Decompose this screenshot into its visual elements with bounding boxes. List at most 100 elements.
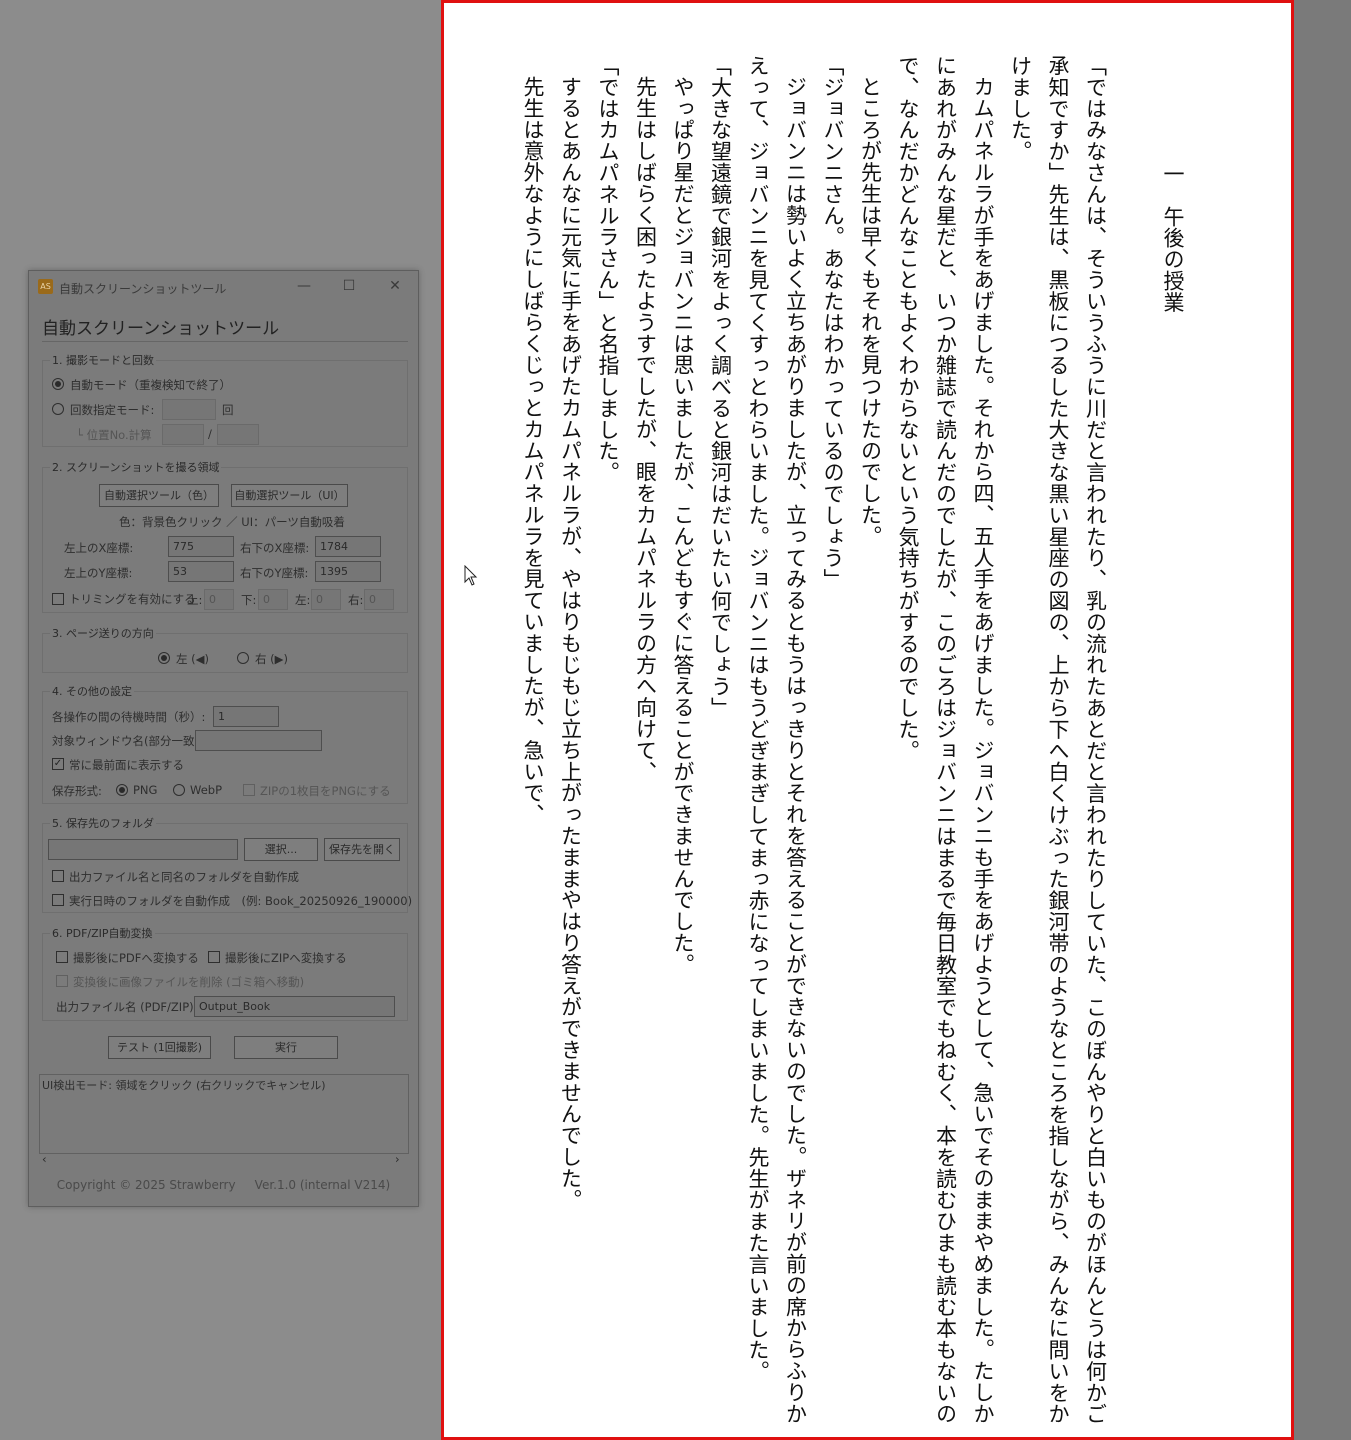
bottom-right-x-input[interactable]: 1784 [315,536,381,557]
to-zip-label: 撮影後にZIPへ変換する [225,951,347,965]
run-button[interactable]: 実行 [234,1036,338,1059]
trim-right-label: 右: [348,593,364,607]
zip-png-checkbox[interactable] [243,784,255,796]
paragraph-4: 「ジョバンニさん。あなたはわかっているのでしょう」 [821,55,845,590]
copyright-text: Copyright © 2025 Strawberry [56,1178,236,1192]
same-name-folder-checkbox[interactable] [52,870,64,882]
close-button[interactable]: ✕ [384,277,406,295]
section-title: 5. 保存先のフォルダ [50,815,156,831]
same-name-folder-label: 出力ファイル名と同名のフォルダを自動作成 [69,870,299,884]
section-title: 1. 撮影モードと回数 [50,352,156,368]
wait-label: 各操作の間の待機時間（秒）: [52,710,206,724]
paragraph-1: 「ではみなさんは、そういうふうに川だと言われたり、乳の流れたあとだと言われたりし… [1008,55,1108,1425]
paragraph-5: ジョバンニは勢いよく立ちあがりましたが、立ってみるともうはっきりとそれを答えるこ… [746,55,808,1425]
output-name-input[interactable]: Output_Book [194,996,395,1017]
trim-right-input[interactable]: 0 [364,589,394,610]
count-mode-radio[interactable] [52,403,64,415]
datetime-folder-label: 実行日時のフォルダを自動作成 (例: Book_20250926_190000) [69,894,413,908]
auto-select-ui-button[interactable]: 自動選択ツール（UI） [231,484,348,507]
trim-checkbox[interactable] [52,593,64,605]
trim-top-input[interactable]: 0 [204,589,234,610]
top-left-x-label: 左上のX座標: [64,541,134,555]
title-bar[interactable]: AS 自動スクリーンショットツール — ☐ ✕ [29,271,418,302]
top-left-y-label: 左上のY座標: [64,566,133,580]
bottom-right-y-label: 右下のY座標: [240,566,309,580]
position-calc-label: └ 位置No.計算 [76,428,152,442]
trim-label: トリミングを有効にする [69,592,196,606]
divider [42,341,408,342]
trim-bottom-input[interactable]: 0 [258,589,288,610]
capture-region: 一 午後の授業 「ではみなさんは、そういうふうに川だと言われたり、乳の流れたあと… [441,0,1294,1440]
datetime-folder-checkbox[interactable] [52,894,64,906]
top-left-y-input[interactable]: 53 [168,561,234,582]
mouse-cursor-icon [464,565,478,586]
target-window-label: 対象ウィンドウ名(部分一致): [52,734,203,748]
target-window-input[interactable] [195,730,322,751]
scroll-left-icon[interactable]: ‹ [42,1152,47,1166]
maximize-button[interactable]: ☐ [338,277,360,295]
trim-left-label: 左: [295,593,311,607]
paragraph-11: 先生は意外なようにしばらくじっとカムパネルラを見ていましたが、急いで、 [521,76,545,825]
format-webp-label: WebP [190,783,223,797]
select-hint: 色：背景色クリック ／ UI：パーツ自動吸着 [119,515,345,529]
paragraph-8: 先生はしばらく困ったようすでしたが、眼をカムパネルラの方へ向けて、 [633,76,658,783]
folder-path-input[interactable] [48,839,238,860]
window-title: 自動スクリーンショットツール [59,282,227,296]
open-folder-button[interactable]: 保存先を開く [324,838,400,861]
auto-mode-radio[interactable] [52,378,64,390]
scroll-right-icon[interactable]: › [395,1152,400,1166]
section-title: 4. その他の設定 [50,683,134,699]
to-pdf-label: 撮影後にPDFへ変換する [73,951,199,965]
section-shooting-mode: 1. 撮影モードと回数 自動モード（重複検知で終了） 回数指定モード: 回 └ … [42,352,408,447]
section-title: 3. ページ送りの方向 [50,625,156,641]
paragraph-3: ところが先生は早くもそれを見つけたのでした。 [858,76,883,547]
trim-left-input[interactable]: 0 [311,589,341,610]
bottom-right-x-label: 右下のX座標: [240,541,310,555]
select-folder-button[interactable]: 選択... [244,838,318,861]
auto-select-color-button[interactable]: 自動選択ツール（色） [99,484,219,507]
direction-right-label: 右 (▶) [255,652,288,666]
to-pdf-checkbox[interactable] [56,951,68,963]
section-save-folder: 5. 保存先のフォルダ 選択... 保存先を開く 出力ファイル名と同名のフォルダ… [42,815,412,913]
zip-png-label: ZIPの1枚目をPNGにする [260,784,391,798]
top-left-x-input[interactable]: 775 [168,536,234,557]
to-zip-checkbox[interactable] [208,951,220,963]
direction-left-radio[interactable] [158,652,170,664]
paragraph-6: 「大きな望遠鏡で銀河をよっく調べると銀河はだいたい何でしょう」 [708,55,733,719]
direction-right-radio[interactable] [237,652,249,664]
count-unit: 回 [222,403,234,417]
paragraph-9: 「ではカムパネルラさん」と名指しました。 [596,55,620,483]
log-horizontal-scrollbar[interactable]: ‹ › [39,1152,409,1168]
trim-top-label: 上: [187,593,203,607]
count-mode-label: 回数指定モード: [70,403,155,417]
auto-mode-label: 自動モード（重複検知で終了） [70,378,231,392]
delete-images-checkbox[interactable] [56,975,68,987]
position-no-input[interactable] [162,424,204,445]
wait-input[interactable]: 1 [213,706,279,727]
test-button[interactable]: テスト (1回撮影) [108,1036,211,1059]
topmost-checkbox[interactable]: ✓ [52,758,64,770]
app-heading: 自動スクリーンショットツール [42,319,280,339]
trim-bottom-label: 下: [241,593,257,607]
section-other-settings: 4. その他の設定 各操作の間の待機時間（秒）: 1 対象ウィンドウ名(部分一致… [42,683,408,804]
format-png-label: PNG [133,783,158,797]
section-pdf-zip: 6. PDF/ZIP自動変換 撮影後にPDFへ変換する 撮影後にZIPへ変換する… [42,925,408,1021]
bottom-right-y-input[interactable]: 1395 [315,561,381,582]
chapter-title: 一 午後の授業 [1161,163,1185,313]
count-input[interactable] [162,399,216,420]
app-icon: AS [38,279,53,294]
log-output[interactable]: UI検出モード: 領域をクリック (右クリックでキャンセル) [39,1074,409,1154]
minimize-button[interactable]: — [293,277,315,295]
format-png-radio[interactable] [116,784,128,796]
paragraph-10: するとあんなに元気に手をあげたカムパネルラが、やはりもじもじ立ち上がったままやは… [558,76,583,1211]
tool-window: AS 自動スクリーンショットツール — ☐ ✕ 自動スクリーンショットツール 1… [28,270,419,1207]
delete-images-label: 変換後に画像ファイルを削除 (ゴミ箱へ移動) [73,975,305,989]
section-title: 6. PDF/ZIP自動変換 [50,925,155,941]
position-total-input[interactable] [217,424,259,445]
format-webp-radio[interactable] [173,784,185,796]
section-title: 2. スクリーンショットを撮る領域 [50,459,222,475]
output-name-label: 出力ファイル名 (PDF/ZIP): [56,1000,198,1014]
version-text: Ver.1.0 (internal V214) [254,1178,391,1192]
position-slash: / [208,427,212,441]
paragraph-2: カムパネルラが手をあげました。それから四、五人手をあげました。ジョバンニも手をあ… [896,55,995,1425]
